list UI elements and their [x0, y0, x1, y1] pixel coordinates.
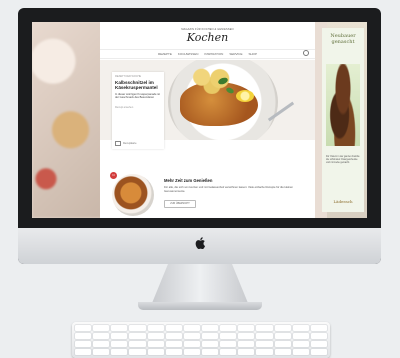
logo-wordmark[interactable]: Kochen	[100, 31, 315, 44]
teaser-title[interactable]: Mehr Zeit zum Genießen	[164, 178, 212, 183]
ad-brand[interactable]: Läderach	[328, 199, 358, 204]
background-photo-left	[32, 22, 102, 218]
lemon-slice	[236, 90, 254, 102]
hero-link[interactable]: Rezept ansehen	[115, 106, 161, 109]
ad-headline: Neubauer genascht	[330, 33, 356, 45]
nav-item-inspiration[interactable]: INSPIRATION	[204, 52, 223, 56]
teaser-image[interactable]	[112, 174, 154, 216]
teaser-button[interactable]: ZUR ÜBERSICHT	[164, 200, 196, 208]
teaser-badge: N	[110, 172, 117, 179]
teaser-text: Für alle, die sich von Herzen und mit Ge…	[164, 186, 294, 193]
site-logo[interactable]: MAGAZIN FÜR KOCHEN & GENIESSEN Kochen	[100, 28, 315, 44]
sidebar-advertisement[interactable]: Neubauer genascht Für Ostern in der ganz…	[322, 28, 364, 212]
imac-stand-base	[138, 302, 262, 310]
browser-screen: MAGAZIN FÜR KOCHEN & GENIESSEN Kochen RE…	[32, 22, 367, 218]
apple-logo-icon	[195, 237, 206, 250]
hero-footer[interactable]: Rezeptkarte	[115, 141, 136, 146]
search-icon[interactable]	[303, 50, 309, 56]
keyboard	[72, 322, 330, 358]
nav-item-kochwissen[interactable]: KOCHWISSEN	[178, 52, 199, 56]
teaser-article[interactable]: N Mehr Zeit zum Genießen Für alle, die s…	[110, 172, 308, 216]
nav-item-service[interactable]: SERVICE	[229, 52, 242, 56]
hero-footer-label: Rezeptkarte	[123, 142, 137, 145]
main-navigation: REZEPTE KOCHWISSEN INSPIRATION SERVICE S…	[100, 49, 315, 59]
nav-item-rezepte[interactable]: REZEPTE	[158, 52, 172, 56]
hero-title[interactable]: Kalbsschnitzel im Käsekruspermantel	[115, 80, 161, 91]
nav-item-shop[interactable]: SHOP	[248, 52, 257, 56]
website: MAGAZIN FÜR KOCHEN & GENIESSEN Kochen RE…	[100, 22, 315, 218]
hero-kicker: REZEPT DER WOCHE	[115, 75, 142, 78]
card-icon	[115, 141, 121, 146]
easter-bunny-image	[326, 64, 360, 146]
hero-text: In dieser würzigen Knusperpanade ist der…	[115, 92, 160, 100]
hero-article-card[interactable]: REZEPT DER WOCHE Kalbsschnitzel im Käsek…	[112, 72, 164, 149]
ad-text: Für Ostern in der ganzen Familie die sch…	[326, 156, 360, 164]
